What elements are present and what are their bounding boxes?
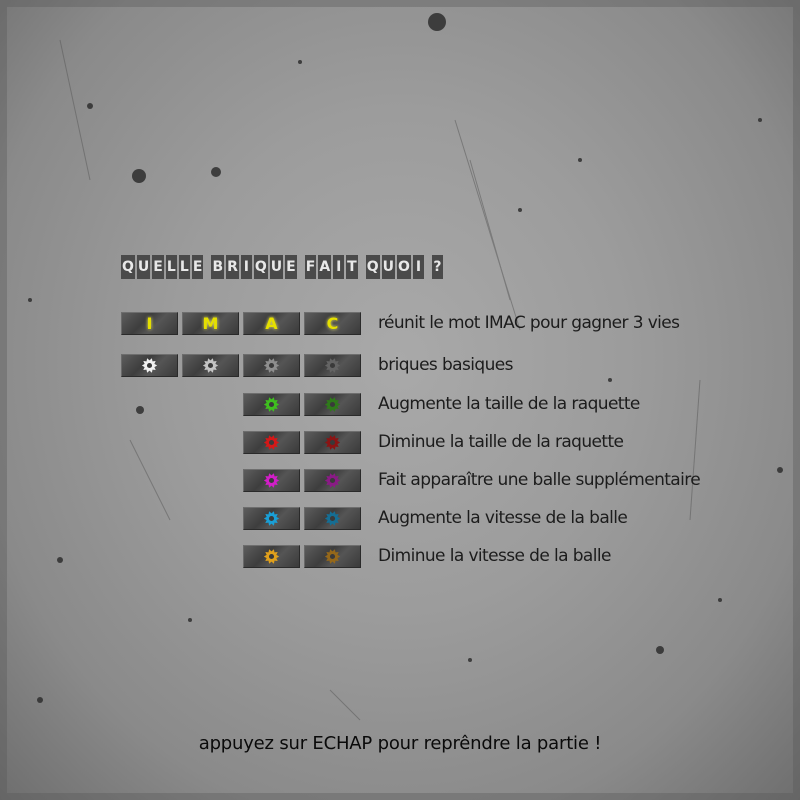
gear-icon (324, 549, 341, 564)
basic-brick (243, 354, 300, 377)
gear-icon (324, 511, 341, 526)
gear-icon (202, 358, 219, 373)
brick-description: Diminue la vitesse de la balle (378, 546, 611, 566)
title-letter: A (318, 255, 332, 279)
imac-letter: C (326, 314, 339, 333)
brick-description: réunit le mot IMAC pour gagner 3 vies (378, 313, 680, 333)
imac-letter: M (202, 314, 219, 333)
bonus-brick (243, 431, 300, 454)
title-letter: U (269, 255, 284, 279)
brick-description: briques basiques (378, 355, 513, 375)
gear-icon (263, 358, 280, 373)
imac-brick: A (243, 312, 300, 335)
bonus-brick (243, 545, 300, 568)
gear-icon (324, 473, 341, 488)
title-letter: E (152, 255, 164, 279)
gear-icon (324, 358, 341, 373)
gear-icon (141, 358, 158, 373)
gear-icon (263, 473, 280, 488)
title-letter: E (285, 255, 297, 279)
gear-icon (263, 397, 280, 412)
imac-letter: A (265, 314, 278, 333)
basic-brick (121, 354, 178, 377)
imac-brick: I (121, 312, 178, 335)
bonus-brick (304, 469, 361, 492)
bonus-brick (304, 507, 361, 530)
gear-icon (324, 397, 341, 412)
title-letter: L (165, 255, 177, 279)
bonus-brick (304, 545, 361, 568)
bonus-brick (243, 507, 300, 530)
title-letter: T (346, 255, 358, 279)
title-letter: L (178, 255, 190, 279)
bonus-brick (304, 393, 361, 416)
imac-brick: C (304, 312, 361, 335)
gear-icon (324, 435, 341, 450)
title-letter (360, 255, 364, 279)
title-letter: U (381, 255, 396, 279)
brick-description: Augmente la vitesse de la balle (378, 508, 628, 528)
bonus-brick (243, 469, 300, 492)
title-letter: I (412, 255, 424, 279)
title-letter: U (136, 255, 151, 279)
gear-icon (263, 511, 280, 526)
brick-description: Diminue la taille de la raquette (378, 432, 624, 452)
title-letter (426, 255, 430, 279)
basic-brick (182, 354, 239, 377)
imac-letter: I (146, 314, 153, 333)
bonus-brick (304, 431, 361, 454)
title-letter: I (240, 255, 252, 279)
resume-hint: appuyez sur ECHAP pour reprêndre la part… (198, 733, 602, 754)
title-letter: O (397, 255, 411, 279)
gear-icon (263, 435, 280, 450)
title-letter: R (226, 255, 239, 279)
title-letter: E (191, 255, 204, 279)
title-letter: B (211, 255, 225, 279)
page-title: Q U E L L E B R I Q U E F A I T Q U O I? (121, 255, 443, 279)
brick-description: Augmente la taille de la raquette (378, 394, 640, 414)
brick-description: Fait apparaître une balle supplémentaire (378, 470, 701, 490)
title-letter: I (333, 255, 345, 279)
title-letter: Q (121, 255, 135, 279)
title-letter (205, 255, 209, 279)
bonus-brick (243, 393, 300, 416)
gear-icon (263, 549, 280, 564)
title-letter: F (304, 255, 317, 279)
title-letter: Q (253, 255, 268, 279)
title-letter: ? (431, 255, 443, 279)
title-letter (299, 255, 303, 279)
title-letter: Q (365, 255, 380, 279)
imac-brick: M (182, 312, 239, 335)
basic-brick (304, 354, 361, 377)
